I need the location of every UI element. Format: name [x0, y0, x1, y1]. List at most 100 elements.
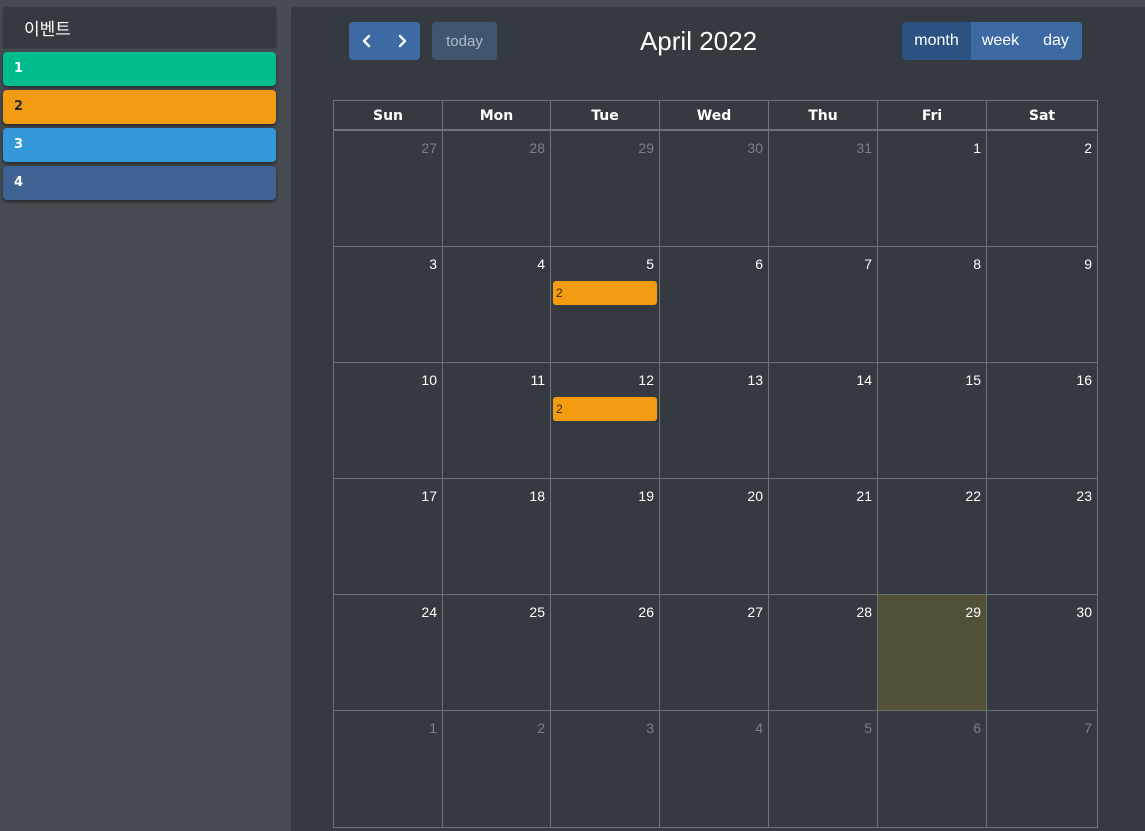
- external-event-2[interactable]: 2: [3, 90, 276, 124]
- day-number[interactable]: 17: [421, 488, 437, 504]
- day-number[interactable]: 19: [638, 488, 654, 504]
- week-row: 10 11 12 2 13 14 15 16: [334, 363, 1097, 479]
- day-cell[interactable]: 27: [334, 131, 443, 246]
- day-number[interactable]: 21: [856, 488, 872, 504]
- day-cell[interactable]: 3: [334, 247, 443, 362]
- day-cell[interactable]: 2: [987, 131, 1097, 246]
- day-cell[interactable]: 18: [443, 479, 551, 594]
- day-cell[interactable]: 6: [878, 711, 987, 827]
- day-number[interactable]: 7: [1084, 720, 1092, 736]
- day-number[interactable]: 22: [965, 488, 981, 504]
- day-number[interactable]: 5: [646, 256, 654, 272]
- day-number[interactable]: 24: [421, 604, 437, 620]
- day-cell[interactable]: 5: [769, 711, 878, 827]
- day-number[interactable]: 27: [421, 140, 437, 156]
- day-cell[interactable]: 25: [443, 595, 551, 710]
- external-event-4[interactable]: 4: [3, 166, 276, 200]
- day-number[interactable]: 9: [1084, 256, 1092, 272]
- view-month-button[interactable]: month: [902, 22, 971, 60]
- day-cell[interactable]: 6: [660, 247, 769, 362]
- day-number[interactable]: 18: [529, 488, 545, 504]
- day-cell[interactable]: 4: [443, 247, 551, 362]
- day-cell[interactable]: 27: [660, 595, 769, 710]
- day-cell[interactable]: 23: [987, 479, 1097, 594]
- day-number[interactable]: 14: [856, 372, 872, 388]
- day-number[interactable]: 2: [537, 720, 545, 736]
- day-number[interactable]: 11: [530, 372, 545, 388]
- day-cell-today[interactable]: 29: [878, 595, 987, 710]
- day-number[interactable]: 2: [1084, 140, 1092, 156]
- day-number[interactable]: 30: [1076, 604, 1092, 620]
- day-cell[interactable]: 11: [443, 363, 551, 478]
- calendar-event[interactable]: 2: [553, 397, 657, 421]
- day-cell[interactable]: 17: [334, 479, 443, 594]
- today-button[interactable]: today: [432, 22, 497, 60]
- day-cell[interactable]: 31: [769, 131, 878, 246]
- day-cell[interactable]: 20: [660, 479, 769, 594]
- day-number[interactable]: 25: [529, 604, 545, 620]
- day-cell[interactable]: 7: [769, 247, 878, 362]
- day-cell[interactable]: 14: [769, 363, 878, 478]
- day-cell[interactable]: 10: [334, 363, 443, 478]
- day-cell[interactable]: 1: [334, 711, 443, 827]
- day-number[interactable]: 10: [421, 372, 437, 388]
- day-number[interactable]: 13: [747, 372, 763, 388]
- day-cell[interactable]: 2: [443, 711, 551, 827]
- next-button[interactable]: [384, 22, 419, 60]
- day-cell[interactable]: 28: [443, 131, 551, 246]
- calendar-event[interactable]: 2: [553, 281, 657, 305]
- day-cell[interactable]: 52: [551, 247, 660, 362]
- day-number[interactable]: 8: [973, 256, 981, 272]
- day-number[interactable]: 29: [638, 140, 654, 156]
- day-cell[interactable]: 29: [551, 131, 660, 246]
- day-cell[interactable]: 3: [551, 711, 660, 827]
- day-cell[interactable]: 19: [551, 479, 660, 594]
- day-number[interactable]: 20: [747, 488, 763, 504]
- day-cell[interactable]: 21: [769, 479, 878, 594]
- day-cell[interactable]: 22: [878, 479, 987, 594]
- day-number[interactable]: 28: [529, 140, 545, 156]
- day-number[interactable]: 28: [856, 604, 872, 620]
- day-number[interactable]: 15: [965, 372, 981, 388]
- day-number[interactable]: 7: [864, 256, 872, 272]
- day-number[interactable]: 4: [755, 720, 763, 736]
- day-cell[interactable]: 24: [334, 595, 443, 710]
- day-number[interactable]: 3: [646, 720, 654, 736]
- day-cell[interactable]: 9: [987, 247, 1097, 362]
- day-cell[interactable]: 13: [660, 363, 769, 478]
- day-cell[interactable]: 7: [987, 711, 1097, 827]
- day-cell[interactable]: 30: [660, 131, 769, 246]
- day-number[interactable]: 5: [864, 720, 872, 736]
- day-number[interactable]: 27: [747, 604, 763, 620]
- view-day-button[interactable]: day: [1030, 22, 1082, 60]
- day-number[interactable]: 3: [429, 256, 437, 272]
- day-cell[interactable]: 30: [987, 595, 1097, 710]
- day-number[interactable]: 29: [965, 604, 981, 620]
- day-number[interactable]: 26: [638, 604, 654, 620]
- day-cell[interactable]: 8: [878, 247, 987, 362]
- day-number[interactable]: 12: [638, 372, 654, 388]
- external-event-1[interactable]: 1: [3, 52, 276, 86]
- day-cell[interactable]: 12 2: [551, 363, 660, 478]
- day-number[interactable]: 1: [973, 140, 981, 156]
- day-cell[interactable]: 26: [551, 595, 660, 710]
- view-week-button[interactable]: week: [971, 22, 1030, 60]
- sidebar: 이벤트 1 2 3 4: [3, 7, 276, 831]
- day-cell[interactable]: 15: [878, 363, 987, 478]
- day-number[interactable]: 6: [973, 720, 981, 736]
- day-cell[interactable]: 28: [769, 595, 878, 710]
- nav-button-group: [349, 22, 420, 60]
- day-number[interactable]: 6: [755, 256, 763, 272]
- day-cell[interactable]: 1: [878, 131, 987, 246]
- day-number[interactable]: 30: [747, 140, 763, 156]
- external-event-3[interactable]: 3: [3, 128, 276, 162]
- day-number[interactable]: 23: [1076, 488, 1092, 504]
- day-number[interactable]: 1: [429, 720, 437, 736]
- day-number[interactable]: 4: [537, 256, 545, 272]
- weekday-header: Sun: [334, 101, 443, 129]
- day-number[interactable]: 31: [856, 140, 872, 156]
- prev-button[interactable]: [349, 22, 384, 60]
- day-cell[interactable]: 16: [987, 363, 1097, 478]
- day-cell[interactable]: 4: [660, 711, 769, 827]
- day-number[interactable]: 16: [1076, 372, 1092, 388]
